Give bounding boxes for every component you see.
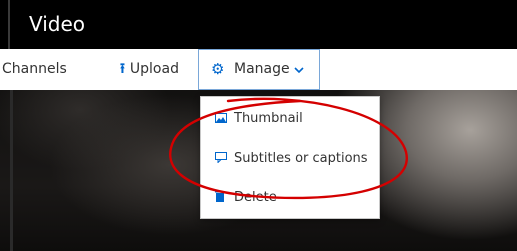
menu-item-thumbnail-label: Thumbnail bbox=[234, 111, 303, 126]
menu-item-thumbnail[interactable]: Thumbnail bbox=[201, 99, 379, 139]
upload-label: Upload bbox=[129, 61, 179, 77]
caption-icon bbox=[215, 139, 227, 179]
channels-link[interactable]: Channels bbox=[2, 49, 67, 90]
header-divider bbox=[8, 0, 10, 49]
manage-dropdown-button[interactable]: ⚙ Manage bbox=[198, 49, 320, 90]
chevron-down-icon bbox=[294, 50, 304, 89]
upload-icon: ⭱ bbox=[120, 61, 125, 77]
manage-menu: Thumbnail Subtitles or captions Delete bbox=[200, 96, 380, 219]
header-bar: Video bbox=[0, 0, 517, 49]
menu-item-delete[interactable]: Delete bbox=[201, 178, 379, 218]
image-icon bbox=[215, 99, 227, 139]
menu-item-subtitles[interactable]: Subtitles or captions bbox=[201, 139, 379, 179]
toolbar: Channels ⭱ Upload ⚙ Manage bbox=[0, 49, 517, 90]
page-title: Video bbox=[29, 12, 86, 36]
menu-item-delete-label: Delete bbox=[234, 190, 277, 205]
upload-button[interactable]: ⭱ Upload bbox=[120, 49, 179, 90]
trash-icon bbox=[215, 178, 225, 218]
gear-icon: ⚙ bbox=[211, 60, 225, 78]
menu-item-subtitles-label: Subtitles or captions bbox=[234, 151, 368, 166]
video-left-edge bbox=[10, 90, 13, 251]
manage-label: Manage bbox=[234, 61, 290, 77]
